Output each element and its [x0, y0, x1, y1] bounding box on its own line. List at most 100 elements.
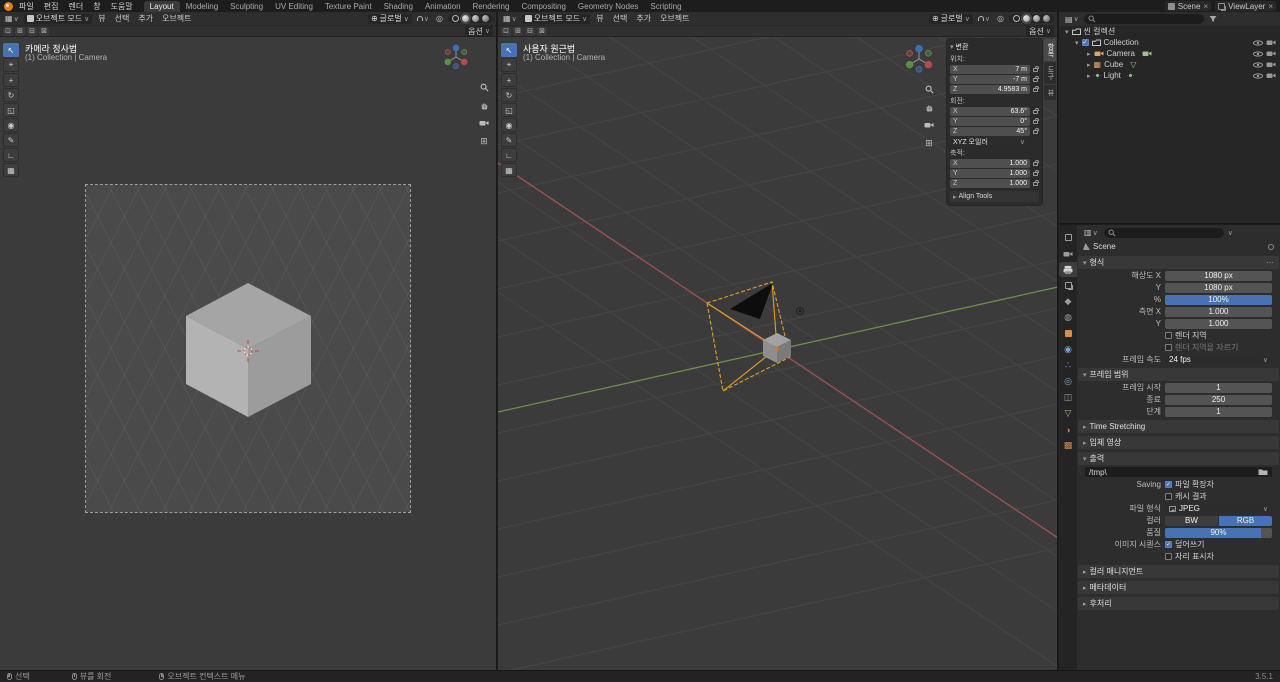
shading-material-button[interactable]	[472, 15, 479, 22]
lock-icon[interactable]	[1033, 107, 1039, 114]
lock-icon[interactable]	[1033, 127, 1039, 134]
outliner-row-collection[interactable]: ▾ ✓ Collection	[1059, 37, 1280, 48]
menu-object[interactable]: 오브젝트	[159, 13, 194, 24]
align-tools-panel-header[interactable]: ▸ Align Tools	[950, 191, 1039, 202]
options-dropdown[interactable]: 옵션 ∨	[465, 26, 493, 36]
filter-dropdown-icon[interactable]: ∨	[1228, 229, 1233, 237]
workspace-tab-compositing[interactable]: Compositing	[515, 1, 571, 12]
shading-rendered-button[interactable]	[1043, 15, 1050, 22]
annotate-tool[interactable]: ✎	[3, 133, 19, 147]
crop-region-checkbox[interactable]: 렌더 지역을 자르기	[1165, 342, 1272, 353]
scale-z-field[interactable]: Z 1.000	[950, 179, 1030, 188]
lock-icon[interactable]	[1033, 179, 1039, 186]
menu-window[interactable]: 창	[89, 1, 104, 12]
panel-output-header[interactable]: ▾ 출력	[1078, 452, 1279, 465]
tab-world[interactable]: ◍	[1059, 310, 1077, 325]
location-z-field[interactable]: Z 4.9583 m	[950, 85, 1030, 94]
tab-tool[interactable]	[1059, 230, 1077, 245]
rotation-x-field[interactable]: X 63.6°	[950, 107, 1030, 116]
disclosure-icon[interactable]: ▾	[1065, 28, 1069, 36]
lock-icon[interactable]	[1033, 65, 1039, 72]
tab-constraints[interactable]: ◫	[1059, 390, 1077, 405]
shading-wireframe-button[interactable]	[452, 15, 459, 22]
select-mode-extend-button[interactable]: ⊞	[15, 26, 25, 36]
select-mode-intersect-button[interactable]: ⊠	[39, 26, 49, 36]
cursor-tool[interactable]: ⌖	[501, 58, 517, 72]
pan-hand-icon[interactable]	[923, 101, 935, 113]
viewlayer-selector[interactable]: ViewLayer ×	[1215, 1, 1276, 11]
measure-tool[interactable]: ∟	[501, 148, 517, 162]
scale-tool[interactable]: ◱	[3, 103, 19, 117]
disable-render-camera-icon[interactable]	[1266, 61, 1276, 68]
select-box-tool[interactable]: ↖	[3, 43, 19, 57]
outliner-search-input[interactable]	[1083, 14, 1204, 24]
hide-eye-icon[interactable]	[1253, 61, 1263, 68]
breadcrumb-id[interactable]: Scene	[1093, 242, 1116, 251]
menu-add[interactable]: 추가	[135, 13, 156, 24]
resolution-y-field[interactable]: 1080 px	[1165, 282, 1272, 293]
proportional-editing-toggle[interactable]: ◎	[434, 14, 445, 23]
scale-x-field[interactable]: X 1.000	[950, 159, 1030, 168]
mode-dropdown[interactable]: 오브젝트 모드 ∨	[23, 13, 93, 24]
workspace-tab-texture-paint[interactable]: Texture Paint	[319, 1, 378, 12]
menu-help[interactable]: 도움말	[107, 1, 137, 12]
navigation-gizmo[interactable]	[442, 43, 470, 73]
workspace-tab-modeling[interactable]: Modeling	[180, 1, 224, 12]
tab-object[interactable]	[1059, 326, 1077, 341]
panel-format-header[interactable]: ▾ 형식 ⋯	[1078, 256, 1279, 269]
properties-search-input[interactable]	[1103, 227, 1224, 238]
snap-toggle[interactable]: ∨	[976, 15, 992, 23]
folder-icon[interactable]	[1258, 468, 1268, 476]
transform-orientation-dropdown[interactable]: ⊕ 글로벌 ∨	[367, 13, 412, 24]
select-mode-subtract-button[interactable]: ⊟	[27, 26, 37, 36]
cache-result-checkbox[interactable]: 캐시 결과	[1165, 491, 1272, 502]
panel-time-stretching-header[interactable]: ▸ Time Stretching	[1078, 420, 1279, 433]
panel-stereoscopy-header[interactable]: ▸ 입체 영상	[1078, 436, 1279, 449]
lock-icon[interactable]	[1033, 159, 1039, 166]
lock-icon[interactable]	[1033, 85, 1039, 92]
workspace-tab-geometry-nodes[interactable]: Geometry Nodes	[572, 1, 644, 12]
viewlayer-unlink-icon[interactable]: ×	[1268, 2, 1273, 11]
camera-view-icon[interactable]	[923, 119, 935, 131]
shading-wireframe-button[interactable]	[1013, 15, 1020, 22]
menu-object[interactable]: 오브젝트	[657, 13, 692, 24]
location-x-field[interactable]: X7 m	[950, 65, 1030, 74]
tab-render[interactable]	[1059, 246, 1077, 261]
select-mode-new-button[interactable]: ⊡	[3, 26, 13, 36]
select-box-tool[interactable]: ↖	[501, 43, 517, 57]
select-mode-intersect-button[interactable]: ⊠	[537, 26, 547, 36]
workspace-tab-sculpting[interactable]: Sculpting	[224, 1, 269, 12]
rotate-tool[interactable]: ↻	[501, 88, 517, 102]
camera-view-icon[interactable]	[478, 117, 490, 129]
disclosure-icon[interactable]: ▸	[1087, 61, 1091, 69]
menu-view[interactable]: 뷰	[95, 13, 108, 24]
workspace-tab-uv-editing[interactable]: UV Editing	[269, 1, 319, 12]
transform-tool[interactable]: ◉	[501, 118, 517, 132]
disclosure-icon[interactable]: ▸	[1087, 50, 1091, 58]
menu-select[interactable]: 선택	[112, 13, 133, 24]
hide-eye-icon[interactable]	[1253, 50, 1263, 57]
lock-icon[interactable]	[1033, 117, 1039, 124]
workspace-tab-shading[interactable]: Shading	[378, 1, 419, 12]
viewport-canvas[interactable]: ↖ ⌖ + ↻ ◱ ◉ ✎ ∟ ▦ 카메라 정사법 (1) Collection…	[0, 37, 496, 670]
menu-add[interactable]: 추가	[633, 13, 654, 24]
hide-eye-icon[interactable]	[1253, 39, 1263, 46]
transform-orientation-dropdown[interactable]: ⊕ 글로벌 ∨	[928, 13, 973, 24]
scene-unlink-icon[interactable]: ×	[1203, 2, 1208, 11]
frame-start-field[interactable]: 1	[1165, 382, 1272, 393]
workspace-tab-scripting[interactable]: Scripting	[644, 1, 687, 12]
panel-metadata-header[interactable]: ▸ 메타데이터	[1078, 581, 1279, 594]
select-mode-new-button[interactable]: ⊡	[501, 26, 511, 36]
rotation-mode-dropdown[interactable]: XYZ 오일러 ∨	[950, 137, 1028, 146]
frame-end-field[interactable]: 250	[1165, 394, 1272, 405]
disable-render-camera-icon[interactable]	[1266, 50, 1276, 57]
panel-menu-icon[interactable]: ⋯	[1266, 258, 1274, 267]
aspect-y-field[interactable]: 1.000	[1165, 318, 1272, 329]
select-mode-extend-button[interactable]: ⊞	[513, 26, 523, 36]
tab-material[interactable]: ◑	[1059, 422, 1077, 437]
placeholders-checkbox[interactable]: 자리 표시자	[1165, 551, 1272, 562]
hide-eye-icon[interactable]	[1253, 72, 1263, 79]
editor-type-button[interactable]: ▦ ∨	[3, 14, 21, 23]
panel-post-processing-header[interactable]: ▸ 후처리	[1078, 597, 1279, 610]
panel-color-management-header[interactable]: ▸ 컬러 매니지먼트	[1078, 565, 1279, 578]
